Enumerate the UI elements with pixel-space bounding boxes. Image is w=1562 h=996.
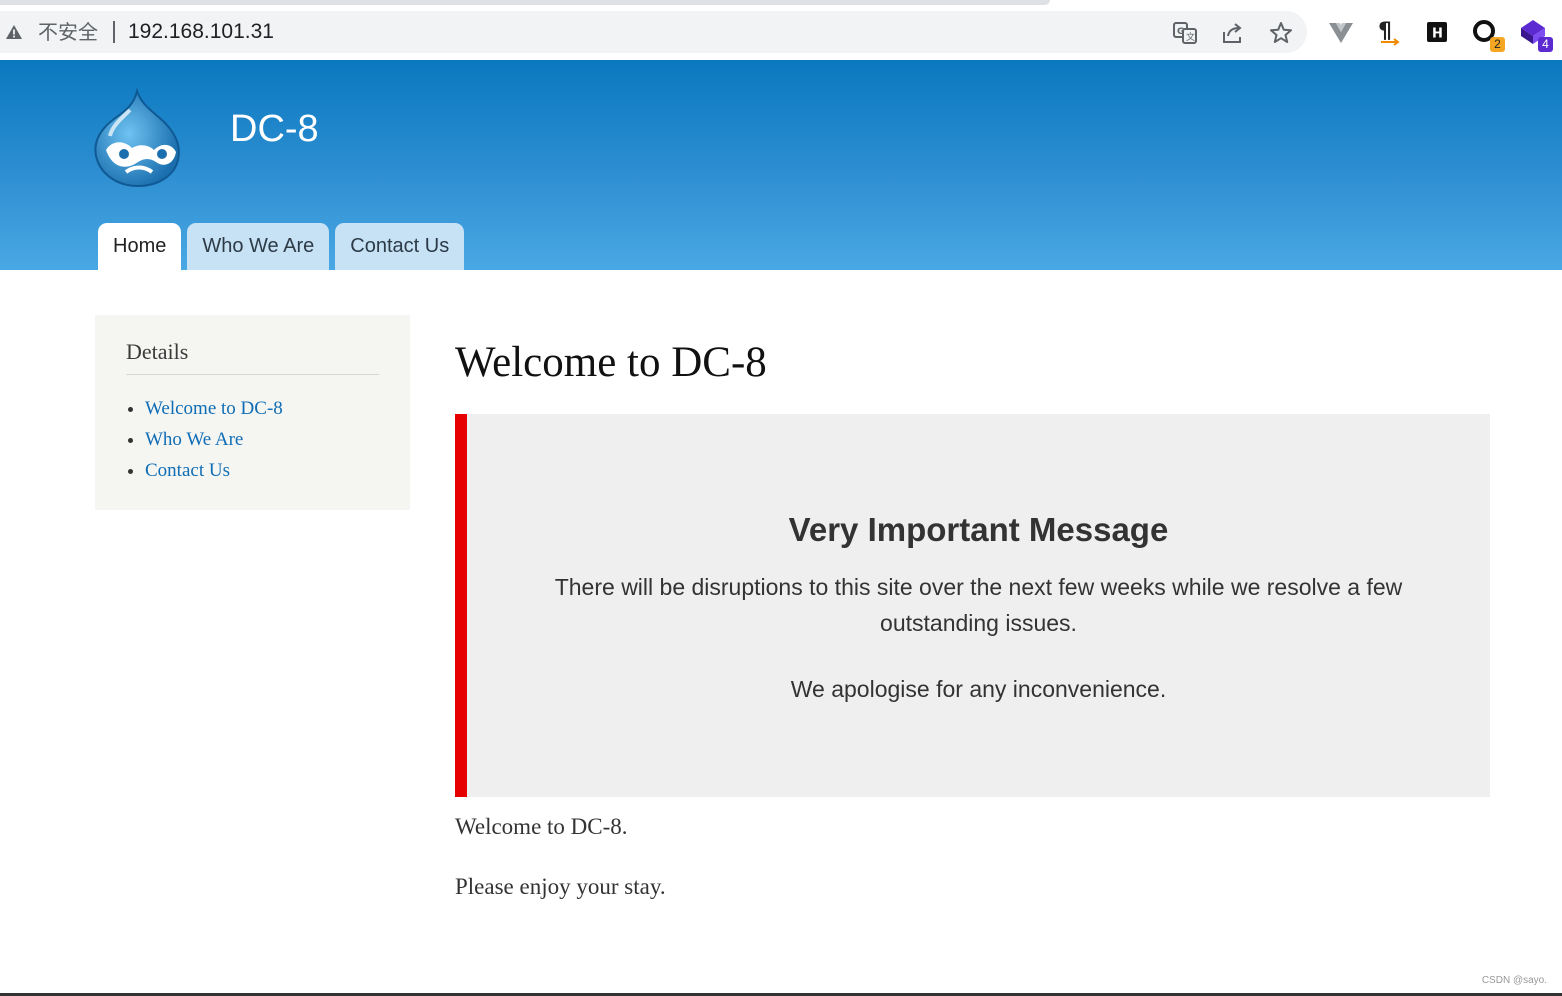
bookmark-star-icon[interactable] xyxy=(1268,20,1294,46)
drupal-logo-icon[interactable] xyxy=(92,88,182,188)
sidebar-link-who-we-are[interactable]: Who We Are xyxy=(145,429,243,450)
site-name[interactable]: DC-8 xyxy=(230,108,319,151)
extension-badge: 2 xyxy=(1490,37,1505,52)
notice-paragraph: There will be disruptions to this site o… xyxy=(554,574,1403,636)
svg-text:文: 文 xyxy=(1186,31,1195,43)
browser-toolbar: 不安全 192.168.101.31 G 文 ¶ H 2 4 xyxy=(0,0,1562,60)
extension-badge: 4 xyxy=(1538,37,1553,52)
watermark: CSDN @sayo. xyxy=(1481,975,1547,986)
vue-devtools-icon[interactable] xyxy=(1327,18,1355,46)
main-nav: Home Who We Are Contact Us xyxy=(98,223,465,270)
body-paragraph: Welcome to DC-8. xyxy=(455,814,628,839)
search-extension-icon[interactable]: 2 xyxy=(1471,18,1505,52)
svg-text:G: G xyxy=(1177,27,1184,37)
list-item: Contact Us xyxy=(145,455,379,486)
url-text[interactable]: 192.168.101.31 xyxy=(128,20,274,44)
svg-text:¶: ¶ xyxy=(1378,19,1392,44)
site-header: DC-8 Home Who We Are Contact Us xyxy=(0,60,1562,270)
share-icon[interactable] xyxy=(1220,20,1246,46)
body-paragraph: Please enjoy your stay. xyxy=(455,874,666,899)
tab-home[interactable]: Home xyxy=(98,223,182,270)
sidebar-menu: Welcome to DC-8 Who We Are Contact Us xyxy=(126,393,379,486)
sidebar-title: Details xyxy=(126,339,379,375)
tab-strip-edge xyxy=(0,0,1050,5)
tab-contact-us[interactable]: Contact Us xyxy=(335,223,465,270)
notice-apology: We apologise for any inconvenience. xyxy=(790,676,1167,702)
translate-icon[interactable]: G 文 xyxy=(1172,20,1198,46)
address-bar[interactable]: 不安全 192.168.101.31 G 文 xyxy=(0,11,1307,53)
tab-who-we-are[interactable]: Who We Are xyxy=(187,223,330,270)
warning-icon[interactable] xyxy=(5,24,23,40)
omnibox-divider xyxy=(113,21,115,43)
list-item: Who We Are xyxy=(145,424,379,455)
page-title: Welcome to DC-8 xyxy=(455,339,767,386)
list-item: Welcome to DC-8 xyxy=(145,393,379,424)
sidebar-link-contact-us[interactable]: Contact Us xyxy=(145,460,230,481)
cube-extension-icon[interactable]: 4 xyxy=(1519,18,1553,52)
sidebar-details-block: Details Welcome to DC-8 Who We Are Conta… xyxy=(95,315,410,510)
sidebar-link-welcome[interactable]: Welcome to DC-8 xyxy=(145,398,283,419)
notice-title: Very Important Message xyxy=(788,511,1169,548)
security-label[interactable]: 不安全 xyxy=(38,20,98,44)
main-content: Welcome to DC-8 Very Important Message T… xyxy=(455,330,1490,905)
h-extension-icon[interactable]: H xyxy=(1423,18,1451,46)
important-notice: Very Important Message There will be dis… xyxy=(455,414,1490,797)
svg-text:H: H xyxy=(1432,27,1443,42)
pilcrow-icon[interactable]: ¶ xyxy=(1375,18,1403,46)
